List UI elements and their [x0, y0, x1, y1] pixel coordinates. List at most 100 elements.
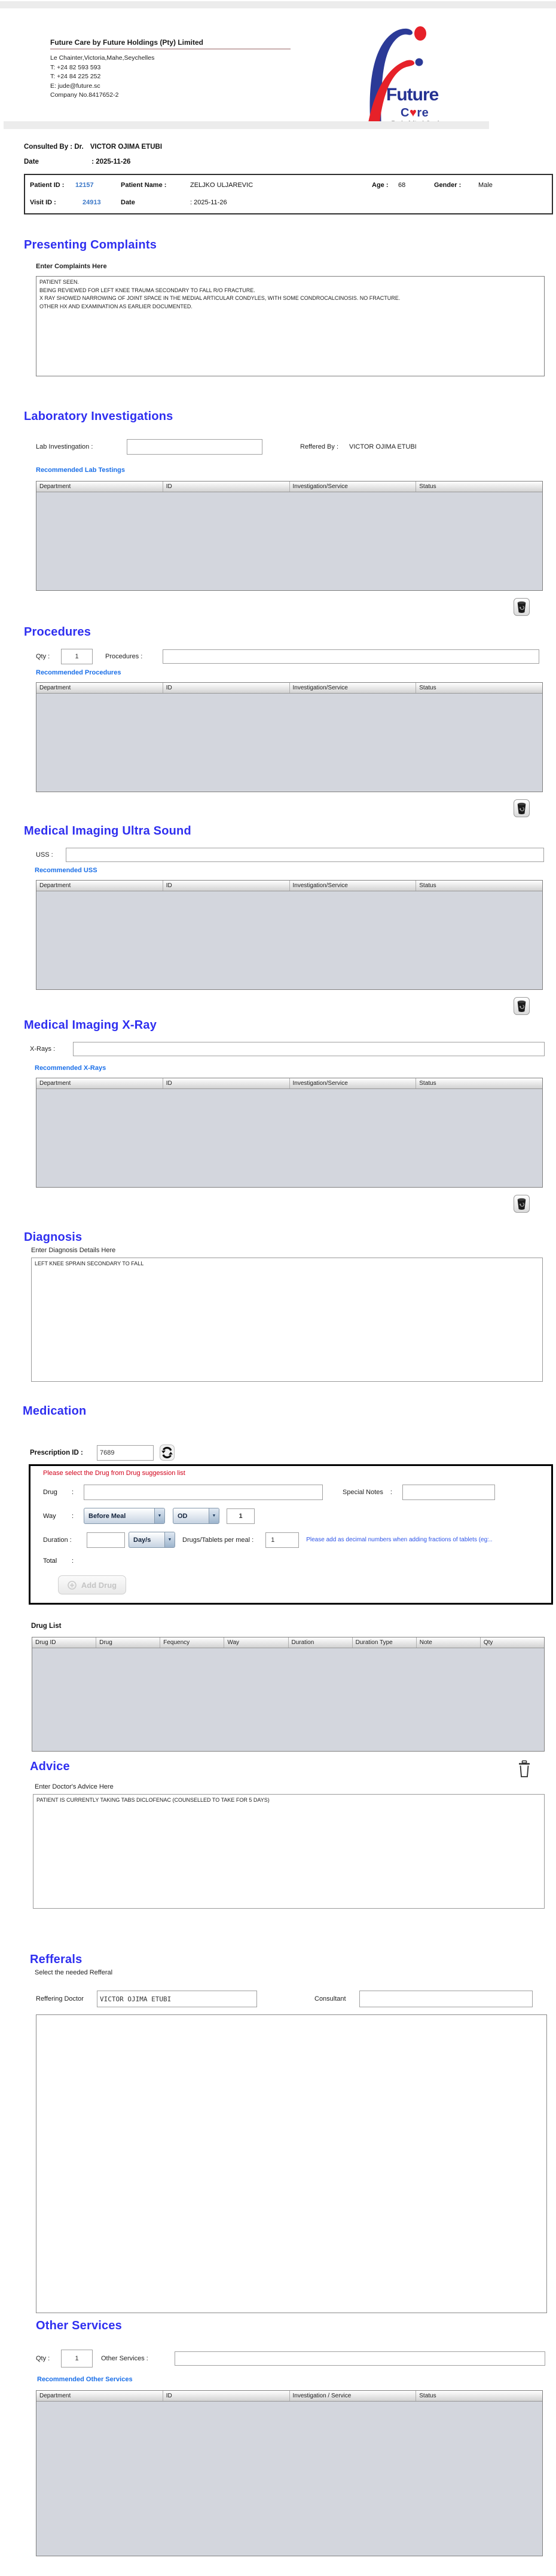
- referred-by-value: VICTOR OJIMA ETUBI: [349, 443, 417, 450]
- way-label: Way: [43, 1512, 56, 1520]
- procedures-label: Procedures :: [105, 653, 143, 660]
- advice-textarea[interactable]: PATIENT IS CURRENTLY TAKING TABS DICLOFE…: [33, 1794, 545, 1909]
- fraction-note: Please add as decimal numbers when addin…: [306, 1537, 493, 1543]
- letterhead: Future Care by Future Holdings (Pty) Lim…: [4, 8, 489, 129]
- other-services-table-body: [36, 2402, 542, 2556]
- recommended-uss-label: Recommended USS: [35, 867, 97, 874]
- diagnosis-textarea[interactable]: LEFT KNEE SPRAIN SECONDARY TO FALL: [31, 1258, 543, 1382]
- referring-doctor-input[interactable]: [97, 1991, 257, 2007]
- other-services-input[interactable]: [175, 2351, 545, 2366]
- procedures-qty-input[interactable]: [61, 649, 93, 664]
- consult-date-label: Date: [24, 158, 39, 165]
- lab-investigation-label: Lab Investingation :: [36, 443, 93, 450]
- lab-table-header: Department ID Investigation/Service Stat…: [36, 482, 542, 492]
- visit-date-label: Date: [121, 199, 135, 206]
- drug-table-header: Drug ID Drug Fequency Way Duration Durat…: [32, 1637, 544, 1648]
- gender-value: Male: [478, 182, 493, 189]
- per-meal-label: Drugs/Tablets per meal :: [182, 1536, 254, 1544]
- meal-timing-select[interactable]: Before Meal ▼: [84, 1508, 165, 1524]
- xray-table: Department ID Investigation/Service Stat…: [36, 1078, 543, 1188]
- referrals-title: Refferals: [30, 1953, 83, 1966]
- xray-table-header: Department ID Investigation/Service Stat…: [36, 1078, 542, 1089]
- lab-col-status: Status: [419, 483, 436, 490]
- procedures-col-investigation: Investigation/Service: [290, 683, 417, 693]
- duration-unit-select[interactable]: Day/s ▼: [129, 1532, 175, 1548]
- uss-delete-button[interactable]: [514, 997, 530, 1015]
- gender-label: Gender :: [434, 182, 462, 189]
- drug-col-duration-type: Duration Type: [353, 1637, 417, 1648]
- duration-input[interactable]: [87, 1532, 125, 1548]
- xray-col-id: ID: [163, 1078, 290, 1088]
- company-email: E: jude@future.sc: [50, 82, 100, 90]
- drug-suggestion-warning: Please select the Drug from Drug suggess…: [43, 1470, 185, 1477]
- xray-input-row: X-Rays :: [30, 1042, 556, 1056]
- procedures-table-header: Department ID Investigation/Service Stat…: [36, 683, 542, 694]
- procedures-qty-label: Qty :: [36, 653, 50, 660]
- duration-row: Duration : Day/s ▼ Drugs/Tablets per mea…: [43, 1532, 551, 1548]
- referral-list-box[interactable]: [36, 2014, 547, 2313]
- refresh-icon: [160, 1445, 175, 1461]
- xray-input[interactable]: [73, 1042, 545, 1056]
- circle-plus-icon: [68, 1580, 77, 1590]
- visit-id-label: Visit ID :: [30, 199, 56, 206]
- uss-input[interactable]: [66, 848, 544, 862]
- advice-delete-button[interactable]: [518, 1760, 531, 1780]
- medication-title: Medication: [23, 1404, 87, 1418]
- uss-table-body: [36, 891, 542, 989]
- referring-doctor-label: Reffering Doctor: [36, 1995, 84, 2002]
- lab-delete-button[interactable]: [514, 598, 530, 616]
- lab-delete-row: [0, 598, 556, 616]
- xray-delete-button[interactable]: [514, 1195, 530, 1213]
- lab-col-investigation: Investigation/Service: [290, 482, 417, 492]
- consultant-input[interactable]: [359, 1991, 533, 2007]
- recommended-procedures-label: Recommended Procedures: [36, 669, 121, 676]
- chevron-down-icon: ▼: [209, 1508, 219, 1523]
- presenting-complaints-title: Presenting Complaints: [24, 238, 157, 252]
- lab-investigation-input[interactable]: [127, 439, 262, 455]
- uss-col-investigation: Investigation/Service: [290, 881, 417, 891]
- logo-word-future: Future: [386, 85, 439, 105]
- xray-col-investigation: Investigation/Service: [290, 1078, 417, 1088]
- drug-label: Drug: [43, 1489, 57, 1496]
- duration-label: Duration :: [43, 1536, 72, 1544]
- xray-table-body: [36, 1089, 542, 1187]
- procedures-input[interactable]: [163, 649, 539, 664]
- other-services-qty-label: Qty :: [36, 2355, 50, 2362]
- frequency-qty-input[interactable]: [227, 1508, 255, 1524]
- add-drug-button[interactable]: Add Drug: [58, 1575, 126, 1594]
- drug-list-table: Drug ID Drug Fequency Way Duration Durat…: [32, 1637, 545, 1752]
- per-meal-input[interactable]: [265, 1532, 300, 1548]
- frequency-value: OD: [178, 1512, 188, 1520]
- consulted-by-value: VICTOR OJIMA ETUBI: [90, 143, 163, 151]
- referral-inputs-row: Reffering Doctor Consultant: [36, 1991, 556, 2007]
- patient-id-value: 12157: [75, 182, 94, 189]
- chevron-down-icon: ▼: [164, 1532, 175, 1547]
- add-drug-label: Add Drug: [81, 1580, 117, 1590]
- special-notes-input[interactable]: [402, 1485, 495, 1500]
- drug-input[interactable]: [84, 1485, 323, 1500]
- os-col-department: Department: [36, 2391, 163, 2401]
- recommended-other-services-label: Recommended Other Services: [37, 2376, 133, 2383]
- other-services-qty-input[interactable]: [61, 2350, 93, 2368]
- prescription-refresh-button[interactable]: [160, 1445, 175, 1461]
- top-gray-band: [0, 1, 556, 8]
- meal-timing-value: Before Meal: [88, 1512, 126, 1520]
- total-row: Total :: [43, 1557, 551, 1565]
- trash-icon: [517, 601, 526, 613]
- visit-date-value: : 2025-11-26: [190, 199, 227, 206]
- patient-info-box: Patient ID : 12157 Patient Name : ZELJKO…: [24, 174, 553, 214]
- chevron-down-icon: ▼: [154, 1508, 164, 1523]
- prescription-id-input[interactable]: [97, 1445, 154, 1461]
- special-notes-colon: :: [390, 1489, 392, 1496]
- drug-colon: :: [72, 1489, 74, 1496]
- consult-date-value: : 2025-11-26: [91, 158, 131, 165]
- procedures-col-department: Department: [36, 683, 163, 693]
- trash-outline-icon: [519, 1760, 530, 1777]
- complaints-textarea[interactable]: PATIENT SEEN. BEING REVIEWED FOR LEFT KN…: [36, 276, 545, 376]
- procedures-delete-button[interactable]: [514, 799, 530, 817]
- frequency-select[interactable]: OD ▼: [173, 1508, 219, 1524]
- advice-title: Advice: [30, 1760, 70, 1773]
- way-row: Way : Before Meal ▼ OD ▼: [43, 1508, 551, 1524]
- complaints-label: Enter Complaints Here: [36, 263, 107, 270]
- other-services-label: Other Services :: [101, 2355, 148, 2362]
